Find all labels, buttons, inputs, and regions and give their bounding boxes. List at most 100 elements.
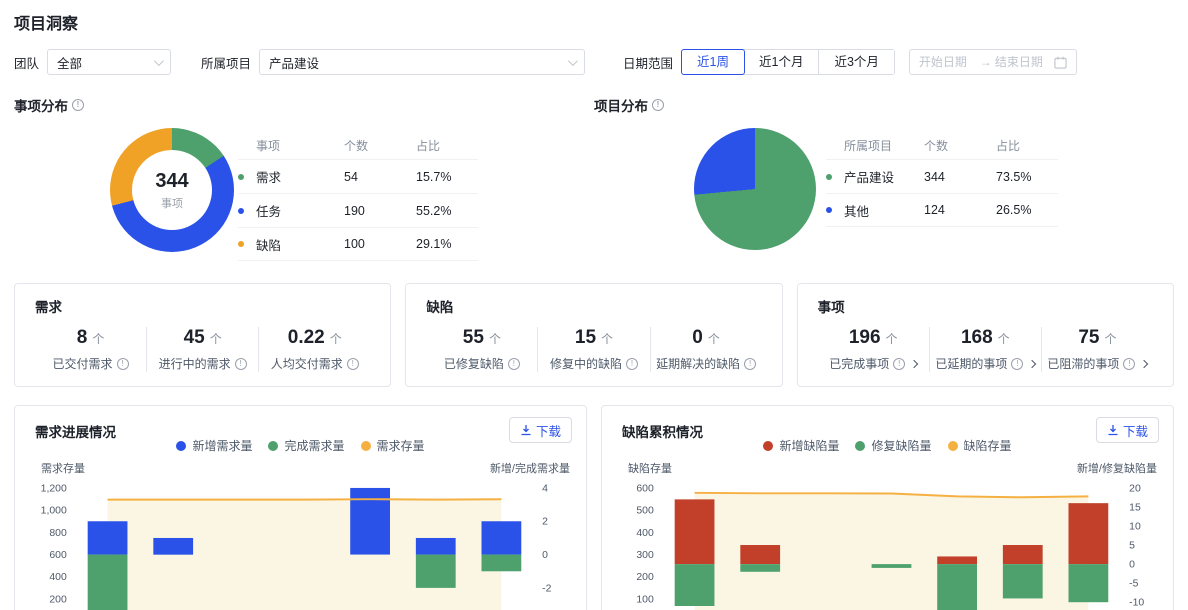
- chevron-right-icon: [909, 359, 919, 368]
- info-icon[interactable]: [744, 357, 757, 370]
- stat-unit: 个: [488, 332, 501, 346]
- row-count: 124: [924, 203, 945, 217]
- info-icon[interactable]: [72, 99, 84, 111]
- item-distribution-title: 事项分布: [14, 99, 68, 114]
- svg-text:0: 0: [1129, 560, 1135, 571]
- range-arrow-icon: →: [979, 55, 992, 69]
- stat-card-defects: 缺陷 55个 已修复缺陷 15个 修复中的缺陷 0个 延期解决的缺陷: [405, 283, 783, 387]
- info-icon[interactable]: [507, 357, 520, 370]
- stat-percapita-requirements: 0.22 个 人均交付需求: [258, 327, 370, 372]
- start-date-input[interactable]: [918, 55, 977, 69]
- info-icon[interactable]: [652, 99, 664, 111]
- svg-text:-10: -10: [1129, 598, 1144, 609]
- stat-label: 已阻滞的事项: [1047, 357, 1120, 371]
- row-pct: 55.2%: [416, 203, 452, 218]
- stat-delayed-items: 168 个 已延期的事项: [928, 327, 1041, 372]
- legend-dot: [238, 207, 244, 214]
- stat-value: 0.22: [287, 327, 325, 348]
- row-pct: 73.5%: [996, 169, 1032, 184]
- date-range-picker[interactable]: →: [908, 49, 1077, 75]
- info-icon[interactable]: [893, 357, 906, 370]
- row-count: 100: [344, 237, 365, 251]
- col-header-count: 个数: [344, 138, 369, 153]
- table-row: 需求 54 15.7%: [238, 159, 478, 193]
- svg-text:100: 100: [636, 595, 654, 606]
- stat-card-requirements: 需求 8个 已交付需求 45个 进行中的需求 0.22个 人均交付需求: [14, 283, 392, 387]
- end-date-input[interactable]: [994, 55, 1053, 69]
- stat-label: 延期解决的缺陷: [656, 357, 741, 371]
- right-axis-label: 新增/完成需求量: [489, 463, 570, 475]
- stat-value: 15: [574, 327, 597, 348]
- svg-text:-2: -2: [542, 583, 551, 594]
- stat-blocked-items: 75 个 已阻滞的事项: [1040, 327, 1153, 372]
- download-icon: [521, 425, 531, 436]
- item-distribution-panel: 事项分布 344 事项 事项 个数 占比 需求: [14, 95, 594, 261]
- info-icon[interactable]: [234, 357, 247, 370]
- stat-value: 168: [960, 327, 993, 348]
- legend-dot: [826, 173, 832, 180]
- download-label: 下载: [1122, 424, 1148, 439]
- items-donut-chart: 344 事项: [110, 128, 234, 252]
- defect-accumulation-chart: 0100200300400500600-15-10-5051015202021-…: [636, 483, 1144, 610]
- info-icon[interactable]: [1123, 357, 1136, 370]
- legend-dot: [763, 440, 774, 451]
- info-icon[interactable]: [116, 357, 129, 370]
- download-button[interactable]: 下载: [508, 417, 572, 443]
- stat-fixed-defects: 55 个 已修复缺陷: [426, 327, 537, 372]
- stat-label: 已修复缺陷: [443, 357, 504, 371]
- team-select[interactable]: 全部: [47, 49, 172, 75]
- donut-center: 344 事项: [132, 150, 212, 230]
- range-option-3months[interactable]: 近3个月: [819, 50, 894, 74]
- svg-text:200: 200: [49, 595, 67, 606]
- stat-value: 196: [848, 327, 881, 348]
- row-name: 任务: [256, 205, 282, 219]
- info-icon[interactable]: [1011, 357, 1024, 370]
- download-button[interactable]: 下载: [1095, 417, 1159, 443]
- stat-label: 已完成事项: [829, 357, 890, 371]
- date-range-segmented-group: 近1周 近1个月 近3个月: [681, 49, 895, 75]
- stat-unit: 个: [997, 332, 1010, 346]
- legend-dot: [947, 440, 958, 451]
- legend-label: 需求存量: [376, 439, 425, 453]
- svg-text:0: 0: [542, 550, 548, 561]
- table-header: 事项 个数 占比: [238, 131, 478, 159]
- svg-text:600: 600: [636, 483, 654, 494]
- left-axis-label: 需求存量: [41, 463, 85, 475]
- svg-text:1,000: 1,000: [41, 506, 67, 517]
- row-count: 190: [344, 203, 365, 218]
- range-option-1week[interactable]: 近1周: [681, 49, 745, 75]
- svg-text:200: 200: [636, 572, 654, 583]
- info-icon[interactable]: [346, 357, 359, 370]
- info-icon[interactable]: [626, 357, 638, 370]
- card-title: 需求: [35, 300, 62, 315]
- stat-link[interactable]: 已阻滞的事项: [1042, 355, 1153, 372]
- stat-cards-row: 需求 8个 已交付需求 45个 进行中的需求 0.22个 人均交付需求 缺陷: [14, 283, 1174, 387]
- right-axis-label: 新增/修复缺陷量: [1076, 463, 1157, 475]
- svg-text:400: 400: [49, 572, 67, 583]
- team-filter-label: 团队: [14, 56, 40, 71]
- svg-text:20: 20: [1129, 483, 1141, 494]
- stat-value: 45: [183, 327, 205, 348]
- legend-label: 修复缺陷量: [871, 439, 932, 453]
- stat-link[interactable]: 已完成事项: [818, 355, 929, 372]
- range-option-1month[interactable]: 近1个月: [744, 50, 820, 74]
- legend-dot: [238, 173, 244, 180]
- stat-unit: 个: [329, 332, 342, 346]
- stat-fixing-defects: 15 个 修复中的缺陷: [537, 327, 649, 372]
- card-title: 事项: [817, 300, 845, 315]
- distribution-section: 事项分布 344 事项 事项 个数 占比 需求: [14, 95, 1174, 261]
- svg-text:600: 600: [49, 550, 67, 561]
- svg-text:400: 400: [636, 528, 654, 539]
- svg-text:-5: -5: [1129, 579, 1138, 590]
- row-pct: 26.5%: [996, 203, 1032, 217]
- legend-dot: [855, 440, 866, 451]
- stat-link[interactable]: 已延期的事项: [930, 355, 1041, 372]
- project-select[interactable]: 产品建设: [259, 49, 586, 75]
- svg-text:300: 300: [636, 550, 654, 561]
- stat-delivered-requirements: 8个 已交付需求: [35, 327, 146, 372]
- svg-text:5: 5: [1129, 541, 1135, 552]
- download-label: 下载: [535, 424, 561, 439]
- stat-value: 75: [1078, 327, 1100, 348]
- stat-unit: 个: [601, 332, 614, 346]
- stat-unit: 个: [92, 332, 105, 346]
